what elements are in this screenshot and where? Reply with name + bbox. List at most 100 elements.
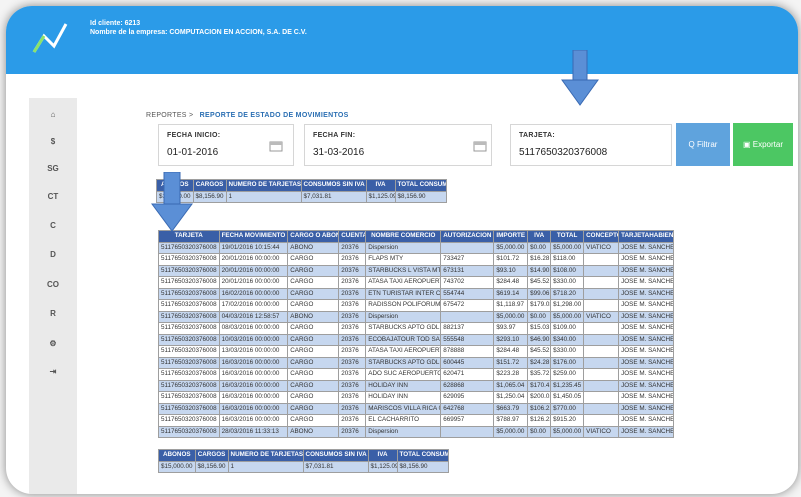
table-cell: 5117650320376008 [158,276,220,289]
summary-cell: $7,031.81 [300,190,367,203]
table-cell: 20376 [338,276,367,289]
table-cell: CARGO [287,276,340,289]
table-cell [583,391,620,404]
table-cell: $770.00 [550,402,585,415]
home-icon[interactable]: ⌂ [29,102,77,128]
table-cell: 16/03/2016 00:00:00 [218,368,289,381]
table-cell: 5117650320376008 [158,356,220,369]
table-cell: $284.48 [493,345,529,358]
calendar-icon[interactable] [269,140,283,152]
summary-cell: $8,156.90 [192,190,227,203]
table-cell: STARBUCKS L VISTA MTY [365,264,442,277]
table-cell: $915.20 [550,414,585,427]
sidebar-item-d[interactable]: D [29,242,77,268]
table-cell: VIATICO [583,310,620,323]
table-cell: 16/03/2016 00:00:00 [218,391,289,404]
table-cell: 20376 [338,310,367,323]
table-cell: 16/02/2016 00:00:00 [218,287,289,300]
dollar-icon[interactable]: $ [29,129,77,155]
summary-header-cell: TOTAL CONSUMOS [394,179,447,192]
table-cell: 19/01/2016 10:15:44 [218,241,289,254]
table-cell: 5117650320376008 [158,253,220,266]
table-cell: CARGO [287,333,340,346]
table-cell: 5117650320376008 [158,345,220,358]
table-cell: ABONO [287,310,340,323]
table-cell: JOSE M. SANCHEZ [618,333,675,346]
table-cell: MARISCOS VILLA RICA 01 [365,402,442,415]
table-cell: 878888 [440,345,495,358]
table-cell: 555548 [440,333,495,346]
table-cell: 554744 [440,287,495,300]
table-cell: $619.14 [493,287,529,300]
start-date-field[interactable]: FECHA INICIO: 01-01-2016 [158,124,294,166]
table-cell: RADISSON POLIFORUM PZA [365,299,442,312]
table-cell: CARGO [287,264,340,277]
table-header-cell: TARJETAHABIENTE [618,230,675,243]
table-cell: $259.00 [550,368,585,381]
table-cell: FLAPS MTY [365,253,442,266]
table-row: 5117650320376008 17/02/2016 00:00:00 CARGO… [158,299,675,312]
table-cell: JOSE M. SANCHEZ [618,391,675,404]
breadcrumb-parent[interactable]: REPORTES > [146,112,193,119]
table-cell: $293.10 [493,333,529,346]
table-header-cell: CUENTA [338,230,367,243]
table-cell: Dispersion [365,310,442,323]
table-cell: JOSE M. SANCHEZ [618,414,675,427]
start-date-value[interactable]: 01-01-2016 [167,147,218,158]
table-header-cell: TOTAL [550,230,585,243]
table-cell: CARGO [287,356,340,369]
table-cell: HOLIDAY INN [365,391,442,404]
table-cell: 5117650320376008 [158,264,220,277]
sidebar-item-c[interactable]: C [29,213,77,239]
sidebar-item-sg[interactable]: SG [29,156,77,182]
table-cell [583,356,620,369]
summary-header-cell: NUMERO DE TARJETAS [225,179,302,192]
table-cell: $151.72 [493,356,529,369]
card-field[interactable]: TARJETA: 5117650320376008 [510,124,672,166]
table-row: 5117650320376008 16/03/2016 00:00:00 CARGO… [158,391,675,404]
table-cell: JOSE M. SANCHEZ [618,402,675,415]
table-cell: JOSE M. SANCHEZ [618,276,675,289]
table-cell: CARGO [287,414,340,427]
card-value[interactable]: 5117650320376008 [519,147,607,158]
table-cell: 5117650320376008 [158,402,220,415]
table-cell: $5,000.00 [493,425,529,438]
table-row: 5117650320376008 19/01/2016 10:15:44 ABONO… [158,241,675,254]
filter-button[interactable]: Q Filtrar [676,123,730,166]
table-cell: $5,000.00 [493,310,529,323]
summary-header-cell: CARGOS [192,179,227,192]
table-cell: 673131 [440,264,495,277]
table-cell: $718.20 [550,287,585,300]
top-bar: Id cliente: 6213 Nombre de la empresa: C… [6,6,798,74]
movements-table: TARJETAFECHA MOVIMIENTOCARGO O ABONOCUEN… [158,230,675,438]
table-row: 5117650320376008 13/03/2016 00:00:00 CARGO… [158,345,675,358]
summary-table-top: ABONOSCARGOSNUMERO DE TARJETASCONSUMOS S… [156,179,447,203]
table-cell: 5117650320376008 [158,299,220,312]
table-header-cell: IVA [527,230,552,243]
calendar-icon[interactable] [473,140,487,152]
sidebar-item-co[interactable]: CO [29,272,77,298]
table-cell: $106.21 [527,402,552,415]
table-cell [583,345,620,358]
table-cell: CARGO [287,287,340,300]
export-button[interactable]: ▣ Exportar [733,123,793,166]
logout-icon[interactable]: ⇥ [29,359,77,385]
table-cell: CARGO [287,402,340,415]
table-cell: $284.48 [493,276,529,289]
end-date-label: FECHA FIN: [313,132,356,139]
table-cell: 5117650320376008 [158,368,220,381]
sidebar-item-ct[interactable]: CT [29,184,77,210]
table-cell: $45.52 [527,345,552,358]
table-cell: 20376 [338,391,367,404]
table-cell [583,402,620,415]
gear-icon[interactable]: ⚙ [29,331,77,357]
table-cell: $223.28 [493,368,529,381]
end-date-field[interactable]: FECHA FIN: 31-03-2016 [304,124,492,166]
table-row: 5117650320376008 10/03/2016 00:00:00 CARGO… [158,333,675,346]
sidebar-item-r[interactable]: R [29,301,77,327]
table-cell: ABONO [287,425,340,438]
end-date-value[interactable]: 31-03-2016 [313,147,364,158]
table-cell: CARGO [287,253,340,266]
table-row: 5117650320376008 20/01/2016 00:00:00 CARGO… [158,253,675,266]
table-cell: $15.03 [527,322,552,335]
